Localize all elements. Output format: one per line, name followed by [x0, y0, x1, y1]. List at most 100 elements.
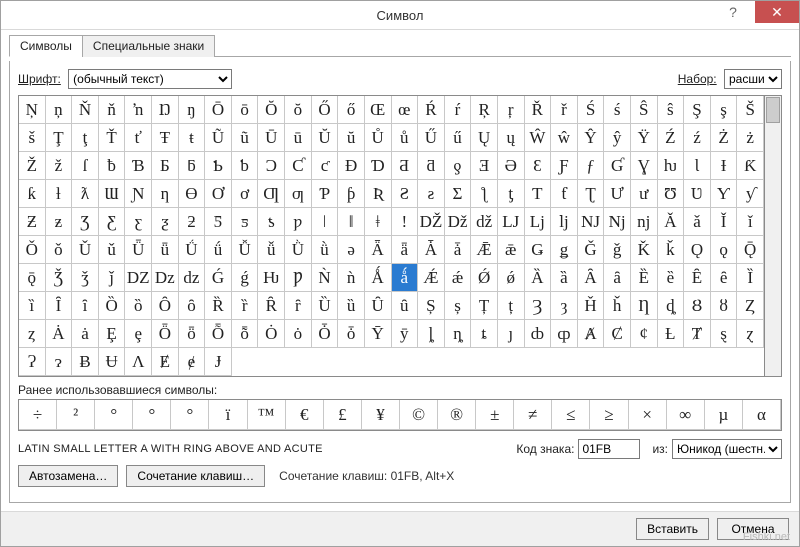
symbol-cell[interactable]: ŭ — [338, 124, 365, 152]
symbol-cell[interactable]: ǅ — [445, 208, 472, 236]
symbol-cell[interactable]: ǻ — [392, 264, 419, 292]
symbol-cell[interactable]: ȩ — [125, 320, 152, 348]
symbol-cell[interactable]: ȣ — [711, 292, 738, 320]
recent-cell[interactable]: α — [743, 400, 781, 430]
symbol-cell[interactable]: Ȓ — [258, 292, 285, 320]
symbol-cell[interactable]: Ȯ — [258, 320, 285, 348]
symbol-cell[interactable]: ƻ — [179, 208, 206, 236]
symbol-cell[interactable]: Ȣ — [684, 292, 711, 320]
symbol-cell[interactable]: ƙ — [19, 180, 46, 208]
symbol-cell[interactable]: Ȅ — [631, 264, 658, 292]
recent-cell[interactable]: ∞ — [667, 400, 705, 430]
symbol-cell[interactable]: ů — [392, 124, 419, 152]
symbol-cell[interactable]: ǵ — [232, 264, 259, 292]
symbol-cell[interactable]: ȓ — [285, 292, 312, 320]
symbol-cell[interactable]: ň — [99, 96, 126, 124]
symbol-cell[interactable]: Ʋ — [684, 180, 711, 208]
symbol-cell[interactable]: Ȥ — [737, 292, 764, 320]
symbol-cell[interactable]: ƹ — [125, 208, 152, 236]
symbol-cell[interactable]: Œ — [365, 96, 392, 124]
symbol-cell[interactable]: Ǜ — [285, 236, 312, 264]
shortcut-button[interactable]: Сочетание клавиш… — [126, 465, 265, 487]
scrollbar-thumb[interactable] — [766, 97, 780, 123]
symbol-cell[interactable]: Ǆ — [418, 208, 445, 236]
symbol-cell[interactable]: Ų — [471, 124, 498, 152]
symbol-cell[interactable]: ǖ — [152, 236, 179, 264]
symbol-cell[interactable]: ƍ — [445, 152, 472, 180]
symbol-cell[interactable]: ɀ — [737, 320, 764, 348]
symbol-cell[interactable]: Ŏ — [258, 96, 285, 124]
recent-cell[interactable]: ≤ — [552, 400, 590, 430]
symbol-cell[interactable]: Ǡ — [418, 236, 445, 264]
autocorrect-button[interactable]: Автозамена… — [18, 465, 118, 487]
symbol-cell[interactable]: Ǻ — [365, 264, 392, 292]
symbol-cell[interactable]: ƅ — [232, 152, 259, 180]
symbol-cell[interactable]: ű — [445, 124, 472, 152]
symbol-cell[interactable]: ǁ — [338, 208, 365, 236]
symbol-cell[interactable]: Ɖ — [338, 152, 365, 180]
symbol-cell[interactable]: ƚ — [46, 180, 73, 208]
symbol-cell[interactable]: Ƚ — [658, 320, 685, 348]
symbol-cell[interactable]: Ƥ — [312, 180, 339, 208]
symbol-cell[interactable]: ȴ — [418, 320, 445, 348]
symbol-cell[interactable]: Ʃ — [445, 180, 472, 208]
symbol-cell[interactable]: Ǖ — [125, 236, 152, 264]
symbol-cell[interactable]: Ƒ — [551, 152, 578, 180]
symbol-cell[interactable]: ť — [125, 124, 152, 152]
symbol-cell[interactable]: Ǳ — [125, 264, 152, 292]
symbol-cell[interactable]: Ⱥ — [578, 320, 605, 348]
cancel-button[interactable]: Отмена — [717, 518, 789, 540]
symbol-cell[interactable]: ǩ — [658, 236, 685, 264]
symbol-cell[interactable]: Ȁ — [525, 264, 552, 292]
recent-cell[interactable]: ± — [476, 400, 514, 430]
symbol-cell[interactable]: Ƞ — [631, 292, 658, 320]
symbol-cell[interactable]: ƶ — [46, 208, 73, 236]
symbol-cell[interactable]: ǧ — [604, 236, 631, 264]
symbol-cell[interactable]: ș — [445, 292, 472, 320]
symbol-cell[interactable]: Ŕ — [418, 96, 445, 124]
symbol-cell[interactable]: ǒ — [46, 236, 73, 264]
symbol-cell[interactable]: ǜ — [312, 236, 339, 264]
symbol-cell[interactable]: ǘ — [205, 236, 232, 264]
font-select[interactable]: (обычный текст) — [68, 69, 232, 89]
symbol-cell[interactable]: Ş — [684, 96, 711, 124]
symbol-cell[interactable]: ȥ — [19, 320, 46, 348]
symbol-cell[interactable]: Ǟ — [365, 236, 392, 264]
symbol-cell[interactable]: ƫ — [498, 180, 525, 208]
symbol-cell[interactable]: ǝ — [338, 236, 365, 264]
symbol-cell[interactable]: Ɯ — [99, 180, 126, 208]
symbol-cell[interactable]: ȱ — [338, 320, 365, 348]
symbol-cell[interactable]: Ʊ — [658, 180, 685, 208]
symbol-cell[interactable]: Ʉ — [99, 348, 126, 376]
symbol-cell[interactable]: ǚ — [258, 236, 285, 264]
symbol-cell[interactable]: Ƶ — [19, 208, 46, 236]
symbol-cell[interactable]: Ɲ — [125, 180, 152, 208]
symbol-cell[interactable]: Ź — [658, 124, 685, 152]
symbol-cell[interactable]: Ƿ — [285, 264, 312, 292]
symbol-cell[interactable]: ƀ — [99, 152, 126, 180]
recent-cell[interactable]: ® — [438, 400, 476, 430]
symbol-cell[interactable]: ȵ — [445, 320, 472, 348]
symbol-cell[interactable]: ȿ — [711, 320, 738, 348]
symbol-cell[interactable]: Ǘ — [179, 236, 206, 264]
recent-cell[interactable]: ï — [209, 400, 247, 430]
recent-cell[interactable]: ° — [95, 400, 133, 430]
symbol-cell[interactable]: ƿ — [285, 208, 312, 236]
recent-cell[interactable]: ÷ — [19, 400, 57, 430]
symbol-cell[interactable]: ų — [498, 124, 525, 152]
symbol-cell[interactable]: Ƹ — [99, 208, 126, 236]
symbol-cell[interactable]: ţ — [72, 124, 99, 152]
symbol-cell[interactable]: Ơ — [205, 180, 232, 208]
symbol-cell[interactable]: ƃ — [179, 152, 206, 180]
symbol-cell[interactable]: Ǐ — [711, 208, 738, 236]
symbol-cell[interactable]: Ž — [19, 152, 46, 180]
symbol-cell[interactable]: Ū — [258, 124, 285, 152]
symbol-cell[interactable]: Ŝ — [631, 96, 658, 124]
symbol-cell[interactable]: ǲ — [152, 264, 179, 292]
symbol-cell[interactable]: ȟ — [604, 292, 631, 320]
symbol-cell[interactable]: ő — [338, 96, 365, 124]
symbol-cell[interactable]: ȫ — [179, 320, 206, 348]
symbol-cell[interactable]: Ȫ — [152, 320, 179, 348]
symbol-cell[interactable]: Ǧ — [578, 236, 605, 264]
symbol-cell[interactable]: ŵ — [551, 124, 578, 152]
